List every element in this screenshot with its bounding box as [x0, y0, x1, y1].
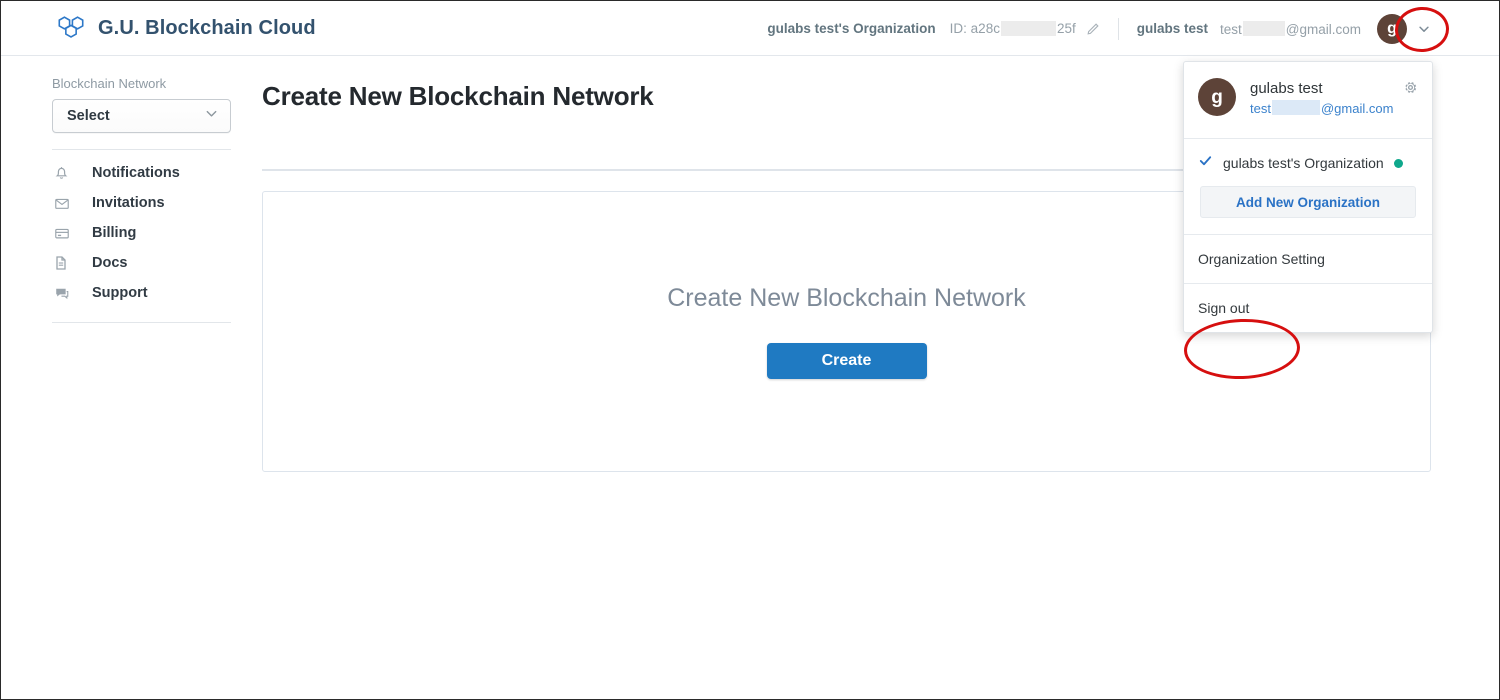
email-suffix: @gmail.com [1285, 21, 1361, 37]
status-badge [1393, 158, 1403, 168]
sidebar-item-label: Billing [92, 225, 137, 241]
brand-title: G.U. Blockchain Cloud [98, 16, 316, 39]
blockchain-network-select[interactable]: Select [52, 99, 231, 133]
header-organization-id: ID: a28c 25f [950, 21, 1100, 36]
header-user-email: test @gmail.com [1220, 20, 1361, 37]
email-prefix: test [1250, 101, 1271, 117]
email-redaction [1271, 100, 1320, 116]
header-user-name: gulabs test [1136, 21, 1208, 36]
header-organization-name[interactable]: gulabs test's Organization [767, 21, 935, 36]
sidebar-divider-top [52, 149, 231, 150]
hexagon-cluster-logo-icon [56, 13, 86, 43]
chevron-down-icon [204, 106, 219, 126]
brand-logo[interactable]: G.U. Blockchain Cloud [56, 13, 316, 43]
account-menu-toggle[interactable] [1409, 13, 1439, 44]
card-heading: Create New Blockchain Network [667, 284, 1026, 312]
top-header-bar: G.U. Blockchain Cloud gulabs test's Orga… [1, 1, 1499, 56]
pencil-icon[interactable] [1086, 22, 1100, 36]
avatar[interactable]: g [1377, 13, 1407, 44]
header-divider [1117, 17, 1119, 40]
org-id-prefix: ID: a28c [949, 21, 1000, 36]
sidebar-section-label: Blockchain Network [52, 76, 167, 91]
email-redaction [1242, 20, 1285, 36]
org-id-redaction [1000, 21, 1056, 36]
email-prefix: test [1220, 21, 1242, 37]
menu-item-sign-out[interactable]: Sign out [1184, 284, 1432, 332]
dropdown-profile-section: g gulabs test test @gmail.com [1184, 62, 1432, 140]
app-window: G.U. Blockchain Cloud gulabs test's Orga… [0, 0, 1500, 700]
credit-card-icon [54, 225, 78, 241]
sidebar-item-label: Support [92, 285, 148, 301]
bell-icon [54, 165, 78, 181]
sidebar-item-label: Invitations [92, 195, 165, 211]
gear-icon[interactable] [1403, 80, 1418, 100]
header-right-cluster: gulabs test's Organization ID: a28c 25f g… [767, 1, 1439, 56]
document-icon [54, 255, 78, 271]
dropdown-organization-name: gulabs test's Organization [1223, 155, 1384, 172]
add-new-organization-button[interactable]: Add New Organization [1200, 186, 1416, 219]
avatar: g [1198, 78, 1236, 116]
create-button[interactable]: Create [766, 343, 927, 379]
sidebar-item-docs[interactable]: Docs [52, 248, 232, 278]
sidebar-item-label: Docs [92, 255, 128, 271]
email-suffix: @gmail.com [1320, 101, 1394, 117]
dropdown-profile-text: gulabs test test @gmail.com [1250, 78, 1393, 120]
sidebar-item-invitations[interactable]: Invitations [52, 188, 232, 218]
sidebar-divider-bottom [52, 322, 231, 323]
account-dropdown-menu: g gulabs test test @gmail.com gulabs test… [1183, 61, 1433, 334]
dropdown-user-name: gulabs test [1250, 80, 1323, 97]
select-value: Select [67, 108, 110, 124]
dropdown-add-organization-wrapper: Add New Organization [1184, 173, 1432, 236]
menu-item-organization-setting[interactable]: Organization Setting [1184, 235, 1432, 285]
sidebar-item-billing[interactable]: Billing [52, 218, 232, 248]
envelope-icon [54, 195, 78, 211]
sidebar-nav-list: Notifications Invitations Billing Docs S… [52, 158, 232, 308]
check-icon [1198, 153, 1213, 173]
chat-bubble-icon [54, 285, 78, 301]
sidebar: Blockchain Network Select Notifications … [52, 76, 232, 323]
sidebar-item-label: Notifications [92, 165, 180, 181]
dropdown-current-organization[interactable]: gulabs test's Organization [1184, 139, 1432, 173]
org-id-suffix: 25f [1056, 21, 1076, 36]
dropdown-user-email[interactable]: test @gmail.com [1250, 99, 1393, 120]
sidebar-item-support[interactable]: Support [52, 278, 232, 308]
sidebar-item-notifications[interactable]: Notifications [52, 158, 232, 188]
